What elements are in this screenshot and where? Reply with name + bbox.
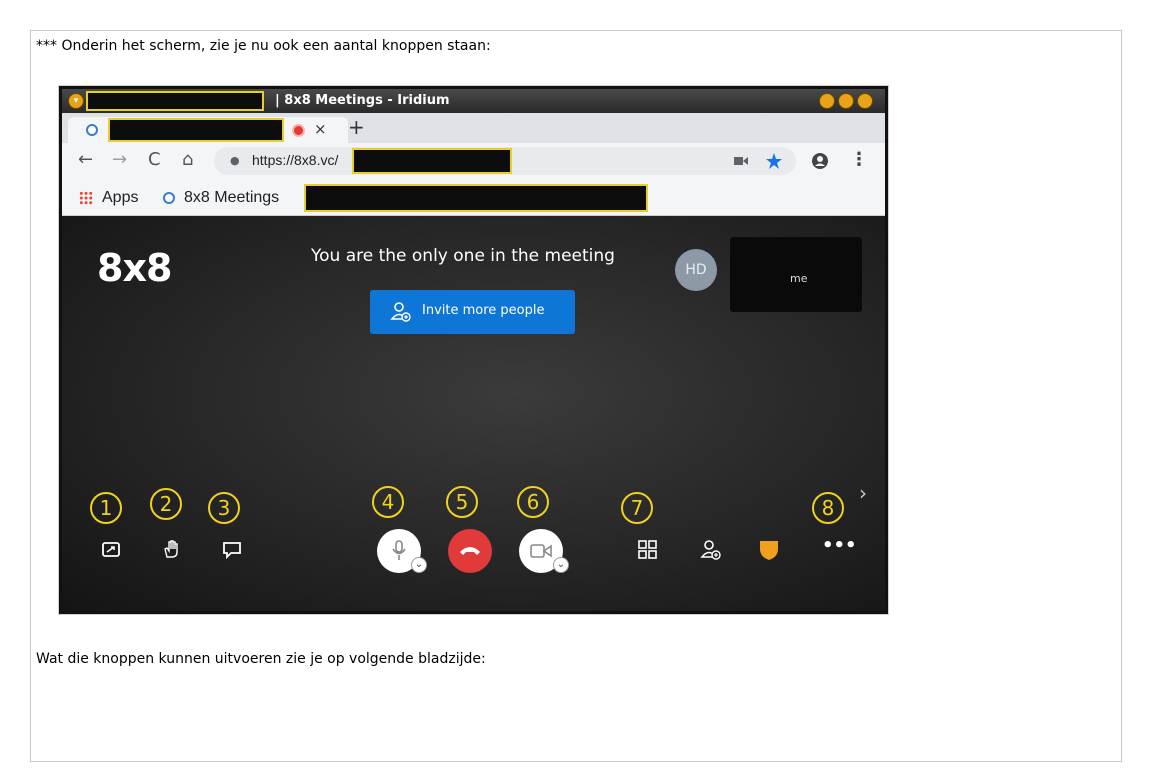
more-options-icon[interactable]: ••• — [822, 535, 857, 556]
self-view-tile[interactable]: me — [730, 237, 862, 312]
callout-number: 7 — [621, 492, 653, 524]
tab-close-icon[interactable]: × — [314, 120, 327, 138]
camera-options-chevron-icon[interactable]: ⌄ — [553, 557, 569, 573]
camera-button[interactable]: ⌄ — [519, 529, 569, 573]
tile-view-icon[interactable] — [638, 540, 658, 560]
bookmark-apps[interactable]: Apps — [102, 189, 138, 207]
redacted-block — [304, 184, 648, 212]
bookmark-star-icon[interactable] — [766, 153, 782, 169]
browser-tab[interactable]: × — [68, 117, 348, 143]
invite-button[interactable]: Invite more people — [370, 290, 575, 334]
callout-number: 3 — [208, 492, 240, 524]
camera-icon — [530, 544, 552, 558]
url-text: https://8x8.vc/ — [252, 152, 339, 168]
invite-button-label: Invite more people — [422, 303, 545, 318]
close-window-icon[interactable] — [857, 93, 873, 109]
callout-number: 8 — [812, 492, 844, 524]
microphone-icon — [392, 540, 406, 560]
self-view-label: me — [790, 272, 808, 285]
maximize-icon[interactable] — [838, 93, 854, 109]
profile-icon[interactable] — [811, 152, 829, 170]
lock-icon: ● — [230, 154, 240, 167]
redacted-block — [86, 91, 264, 111]
new-tab-button[interactable]: + — [348, 115, 365, 139]
8x8-logo: 8x8 — [97, 246, 172, 290]
browser-menu-icon[interactable]: ⋮ — [850, 149, 868, 170]
share-screen-icon[interactable] — [102, 541, 120, 559]
apps-grid-icon — [79, 191, 93, 205]
add-person-icon — [390, 302, 411, 322]
mic-options-chevron-icon[interactable]: ⌄ — [411, 557, 427, 573]
callout-number: 2 — [150, 488, 182, 520]
minimize-icon[interactable] — [819, 93, 835, 109]
callout-number: 5 — [446, 486, 478, 518]
camera-indicator-icon[interactable] — [734, 156, 748, 166]
recording-icon — [294, 126, 303, 135]
window-menu-icon[interactable]: ▾ — [68, 93, 84, 109]
raise-hand-icon[interactable] — [162, 539, 180, 559]
meeting-stage: 8x8 You are the only one in the meeting … — [62, 216, 885, 611]
tab-bar: × + — [62, 113, 885, 143]
bookmarks-bar: Apps 8x8 Meetings — [62, 179, 885, 216]
bookmark-8x8-meetings[interactable]: 8x8 Meetings — [184, 189, 279, 207]
panel-chevron-icon[interactable]: › — [859, 481, 867, 505]
back-icon[interactable]: ← — [78, 149, 93, 170]
callout-number: 1 — [90, 492, 122, 524]
participant-avatar[interactable]: HD — [675, 249, 717, 291]
redacted-block — [352, 148, 512, 174]
intro-text: *** Onderin het scherm, zie je nu ook ee… — [36, 38, 491, 54]
window-titlebar: ▾ | 8x8 Meetings - Iridium — [62, 89, 885, 113]
callout-number: 4 — [372, 486, 404, 518]
microphone-button[interactable]: ⌄ — [377, 529, 427, 573]
browser-toolbar: ← → C ⌂ ● https://8x8.vc/ ⋮ — [62, 143, 885, 179]
favicon-icon — [86, 124, 98, 136]
hangup-button[interactable] — [448, 529, 492, 573]
window-title: | 8x8 Meetings - Iridium — [275, 93, 450, 108]
address-bar[interactable]: ● https://8x8.vc/ — [214, 147, 796, 175]
forward-icon[interactable]: → — [112, 149, 127, 170]
meeting-status-text: You are the only one in the meeting — [311, 246, 615, 266]
invite-people-icon[interactable] — [700, 539, 722, 561]
security-shield-icon[interactable] — [759, 539, 779, 561]
favicon-icon — [163, 192, 175, 204]
reload-icon[interactable]: C — [148, 149, 161, 170]
redacted-block — [108, 118, 284, 142]
chat-icon[interactable] — [222, 541, 242, 559]
outro-text: Wat die knoppen kunnen uitvoeren zie je … — [36, 651, 486, 667]
callout-number: 6 — [517, 486, 549, 518]
screenshot-image: ▾ | 8x8 Meetings - Iridium × + ← → C ⌂ ●… — [58, 85, 889, 615]
hangup-icon — [460, 547, 480, 555]
home-icon[interactable]: ⌂ — [182, 149, 193, 170]
